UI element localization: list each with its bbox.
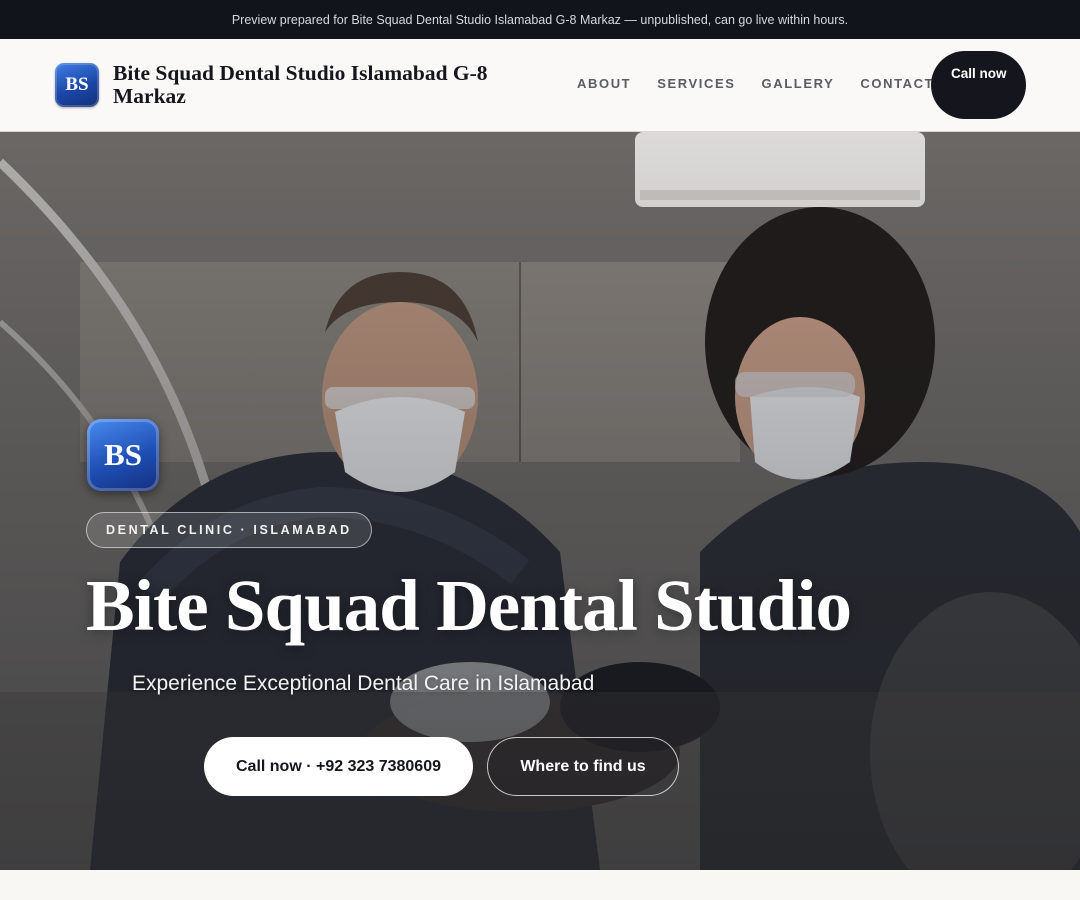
brand-name[interactable]: Bite Squad Dental Studio Islamabad G-8 M… xyxy=(113,62,533,108)
brand-logo-icon[interactable]: BS xyxy=(55,63,99,107)
hero-title: Bite Squad Dental Studio xyxy=(86,565,852,646)
hero-section: BS DENTAL CLINIC · ISLAMABAD Bite Squad … xyxy=(0,132,1080,870)
hero-logo-text: BS xyxy=(104,437,142,472)
site-header: BS Bite Squad Dental Studio Islamabad G-… xyxy=(0,39,1080,132)
preview-banner: Preview prepared for Bite Squad Dental S… xyxy=(0,0,1080,39)
nav-link-services[interactable]: SERVICES xyxy=(657,76,735,91)
header-call-button[interactable]: Call now xyxy=(931,51,1026,119)
nav-link-gallery[interactable]: GALLERY xyxy=(762,76,835,91)
nav-link-contact[interactable]: CONTACT xyxy=(860,76,934,91)
hero-logo-icon: BS xyxy=(87,419,159,491)
brand-logo-text: BS xyxy=(65,74,89,95)
hero-directions-button[interactable]: Where to find us xyxy=(487,737,679,796)
main-nav: ABOUT SERVICES GALLERY CONTACT xyxy=(577,76,934,91)
hero-subtitle: Experience Exceptional Dental Care in Is… xyxy=(132,672,595,695)
hero-call-button[interactable]: Call now · +92 323 7380609 xyxy=(204,737,473,796)
next-section-edge xyxy=(0,870,1080,900)
preview-banner-text: Preview prepared for Bite Squad Dental S… xyxy=(231,12,849,27)
hero-category-badge: DENTAL CLINIC · ISLAMABAD xyxy=(86,512,372,548)
nav-link-about[interactable]: ABOUT xyxy=(577,76,631,91)
